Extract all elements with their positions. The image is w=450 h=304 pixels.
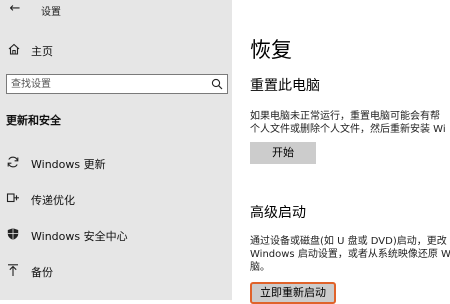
sidebar-item-label: 传递优化 (31, 194, 75, 207)
sidebar-item-home[interactable]: 主页 (0, 38, 232, 62)
sidebar-item-delivery-optimization[interactable]: 传递优化 (0, 186, 232, 210)
refresh-icon (7, 156, 19, 168)
main-content: 恢复 重置此电脑 如果电脑未正常运行，重置电脑可能会有帮 个人文件或删除个人文件… (232, 0, 450, 304)
description-line: 个人文件或删除个人文件，然后重新安装 Wi (250, 124, 446, 135)
delivery-optimization-icon (6, 193, 19, 203)
description-line: 通过设备或磁盘(如 U 盘或 DVD)启动，更改 (250, 236, 447, 247)
section-heading: 更新和安全 (6, 114, 61, 127)
search-box[interactable] (6, 74, 228, 94)
reset-pc-heading: 重置此电脑 (250, 78, 320, 94)
description-line: 脑。 (250, 262, 270, 273)
description-line: 如果电脑未正常运行，重置电脑可能会有帮 (250, 111, 440, 122)
advanced-startup-description: 通过设备或磁盘(如 U 盘或 DVD)启动，更改 Windows 启动设置，或者… (250, 235, 450, 274)
search-input[interactable] (11, 76, 201, 92)
sidebar-item-windows-update[interactable]: Windows 更新 (0, 150, 232, 174)
sidebar-item-label: 主页 (31, 45, 53, 58)
sidebar-item-label: Windows 更新 (31, 158, 106, 171)
back-arrow-icon[interactable]: ← (8, 2, 22, 16)
home-icon (8, 43, 20, 55)
page-title: 恢复 (250, 38, 292, 62)
advanced-startup-heading: 高级启动 (250, 205, 306, 221)
app-title: 设置 (41, 7, 61, 18)
reset-start-button[interactable]: 开始 (250, 142, 316, 164)
sidebar: ← 设置 主页 更新和安全 Windows 更新 传递优化 (0, 0, 232, 300)
backup-arrow-icon (8, 264, 18, 276)
reset-pc-description: 如果电脑未正常运行，重置电脑可能会有帮 个人文件或删除个人文件，然后重新安装 W… (250, 110, 450, 136)
sidebar-item-windows-security[interactable]: Windows 安全中心 (0, 222, 232, 246)
description-line: Windows 启动设置，或者从系统映像还原 W (250, 249, 450, 260)
shield-icon (7, 228, 19, 240)
sidebar-item-label: Windows 安全中心 (31, 230, 128, 243)
sidebar-item-backup[interactable]: 备份 (0, 258, 232, 282)
search-icon[interactable] (211, 78, 223, 90)
title-bar: ← 设置 (0, 0, 232, 20)
restart-now-button[interactable]: 立即重新启动 (250, 282, 336, 304)
sidebar-item-label: 备份 (31, 266, 53, 279)
